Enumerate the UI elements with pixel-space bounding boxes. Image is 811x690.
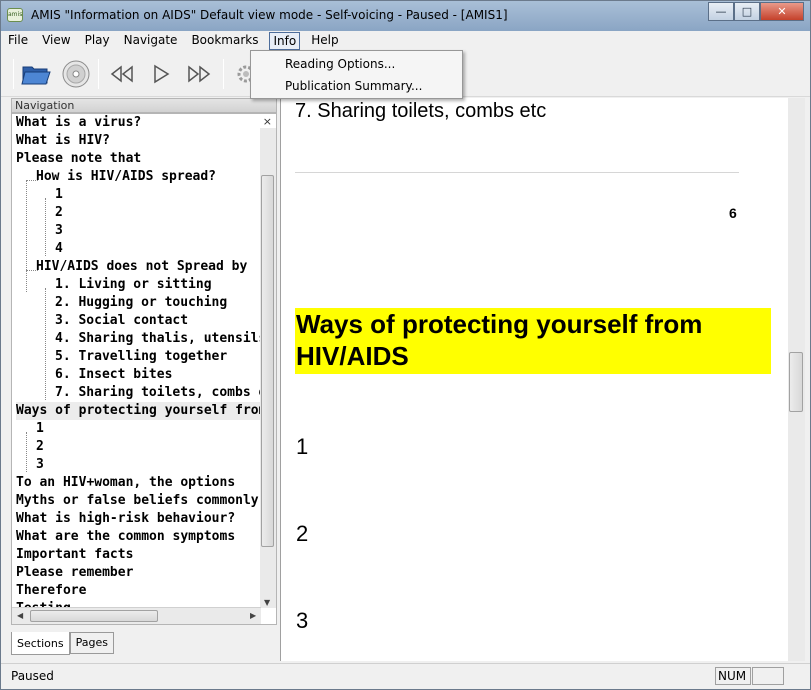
- content-top-line: 7. Sharing toilets, combs etc: [295, 100, 547, 122]
- status-bar: Paused NUM: [1, 663, 810, 689]
- nav-item[interactable]: Please note that: [16, 150, 141, 168]
- navigation-header: Navigation: [11, 98, 277, 113]
- content-scroll-thumb[interactable]: [789, 352, 803, 412]
- scroll-left-arrow-icon[interactable]: ◀: [17, 611, 23, 620]
- scroll-down-arrow-icon[interactable]: ▼: [264, 598, 270, 607]
- status-cell: [752, 667, 784, 685]
- navigation-tree: What is a virus? What is HIV? Please not…: [11, 113, 277, 625]
- menu-navigate[interactable]: Navigate: [117, 31, 185, 51]
- window-title: AMIS "Information on AIDS" Default view …: [31, 8, 508, 22]
- rewind-button[interactable]: [105, 57, 139, 91]
- content-divider: [295, 172, 739, 173]
- toolbar-separator: [223, 59, 224, 89]
- nav-item[interactable]: 4: [55, 240, 63, 258]
- navigation-panel: Navigation What is a virus? What is HIV?…: [9, 98, 279, 660]
- nav-item[interactable]: HIV/AIDS does not Spread by: [36, 258, 247, 276]
- nav-item[interactable]: 4. Sharing thalis, utensils or: [55, 330, 276, 348]
- disc-icon: [62, 60, 90, 88]
- fast-forward-button[interactable]: [182, 57, 216, 91]
- nav-item[interactable]: 6. Insect bites: [55, 366, 172, 384]
- nav-item[interactable]: Myths or false beliefs commonly: [16, 492, 259, 510]
- navigation-horizontal-scrollbar[interactable]: ◀ ▶: [12, 607, 261, 624]
- app-window: amis AMIS "Information on AIDS" Default …: [0, 0, 811, 690]
- nav-item-selected[interactable]: Ways of protecting yourself from HIV/AID…: [16, 402, 276, 420]
- tree-connector: [45, 198, 46, 256]
- menu-publication-summary[interactable]: Publication Summary...: [251, 75, 462, 97]
- toolbar-separator: [98, 59, 99, 89]
- highlighted-heading: Ways of protecting yourself from HIV/AID…: [295, 308, 771, 374]
- nav-item[interactable]: Therefore: [16, 582, 86, 600]
- navigation-hscroll-thumb[interactable]: [30, 610, 158, 622]
- nav-item[interactable]: To an HIV+woman, the options: [16, 474, 235, 492]
- content-item: 1: [296, 434, 309, 459]
- nav-item[interactable]: Please remember: [16, 564, 133, 582]
- play-icon: [154, 64, 170, 84]
- nav-item[interactable]: 5. Travelling together: [55, 348, 227, 366]
- nav-item[interactable]: What is a virus?: [16, 114, 141, 132]
- menu-bookmarks[interactable]: Bookmarks: [184, 31, 265, 51]
- play-button[interactable]: [144, 57, 178, 91]
- navigation-title: Navigation: [15, 99, 75, 112]
- rewind-icon: [110, 65, 133, 83]
- tab-sections[interactable]: Sections: [11, 632, 70, 655]
- nav-item[interactable]: 2: [36, 438, 44, 456]
- tree-connector: [26, 180, 27, 292]
- content-item: 2: [296, 521, 309, 546]
- nav-item[interactable]: 1: [55, 186, 63, 204]
- fast-forward-icon: [188, 65, 211, 83]
- navigation-tabs: Sections Pages: [11, 632, 114, 656]
- nav-item[interactable]: 2: [55, 204, 63, 222]
- status-text: Paused: [11, 669, 54, 683]
- nav-item[interactable]: 7. Sharing toilets, combs etc: [55, 384, 276, 402]
- menu-play[interactable]: Play: [78, 31, 117, 51]
- nav-item[interactable]: How is HIV/AIDS spread?: [36, 168, 216, 186]
- close-button[interactable]: ✕: [760, 2, 804, 21]
- menu-info[interactable]: Info: [269, 32, 301, 50]
- toolbar-separator: [13, 59, 14, 89]
- content-item: 3: [296, 608, 309, 633]
- navigation-vertical-scrollbar[interactable]: ▼: [260, 128, 276, 608]
- nav-item[interactable]: 1: [36, 420, 44, 438]
- menu-view[interactable]: View: [35, 31, 77, 51]
- heading-line-2: HIV/AIDS: [296, 341, 409, 371]
- menu-help[interactable]: Help: [304, 31, 345, 51]
- maximize-button[interactable]: □: [734, 2, 760, 21]
- open-folder-button[interactable]: [19, 57, 53, 91]
- info-dropdown-menu: Reading Options... Publication Summary..…: [250, 50, 463, 99]
- nav-item[interactable]: 3: [55, 222, 63, 240]
- window-controls: — □ ✕: [708, 2, 804, 21]
- amis-app-icon: amis: [7, 8, 23, 22]
- page-number: 6: [729, 205, 737, 221]
- num-lock-indicator: NUM: [715, 667, 751, 685]
- menu-bar: File View Play Navigate Bookmarks Info H…: [1, 31, 810, 51]
- nav-item[interactable]: 2. Hugging or touching: [55, 294, 227, 312]
- nav-item[interactable]: 3. Social contact: [55, 312, 188, 330]
- tree-connector: [26, 432, 27, 472]
- menu-file[interactable]: File: [1, 31, 35, 51]
- navigation-close-icon[interactable]: ×: [263, 115, 272, 128]
- navigation-scroll-thumb[interactable]: [261, 175, 274, 547]
- open-folder-icon: [21, 66, 51, 85]
- tree-connector: [45, 288, 46, 400]
- minimize-button[interactable]: —: [708, 2, 734, 21]
- nav-item[interactable]: 1. Living or sitting: [55, 276, 212, 294]
- nav-item[interactable]: What are the common symptoms: [16, 528, 235, 546]
- nav-item[interactable]: What is HIV?: [16, 132, 110, 150]
- content-pane: 7. Sharing toilets, combs etc 6 Ways of …: [280, 98, 805, 661]
- nav-item[interactable]: What is high-risk behaviour?: [16, 510, 235, 528]
- menu-reading-options[interactable]: Reading Options...: [251, 53, 462, 75]
- nav-item[interactable]: 3: [36, 456, 44, 474]
- tab-pages[interactable]: Pages: [69, 632, 114, 654]
- heading-line-1: Ways of protecting yourself from: [296, 309, 703, 339]
- title-bar[interactable]: amis AMIS "Information on AIDS" Default …: [1, 1, 810, 31]
- scroll-right-arrow-icon[interactable]: ▶: [250, 611, 256, 620]
- content-vertical-scrollbar[interactable]: [788, 98, 805, 661]
- nav-item[interactable]: Important facts: [16, 546, 133, 564]
- disc-button[interactable]: [59, 57, 93, 91]
